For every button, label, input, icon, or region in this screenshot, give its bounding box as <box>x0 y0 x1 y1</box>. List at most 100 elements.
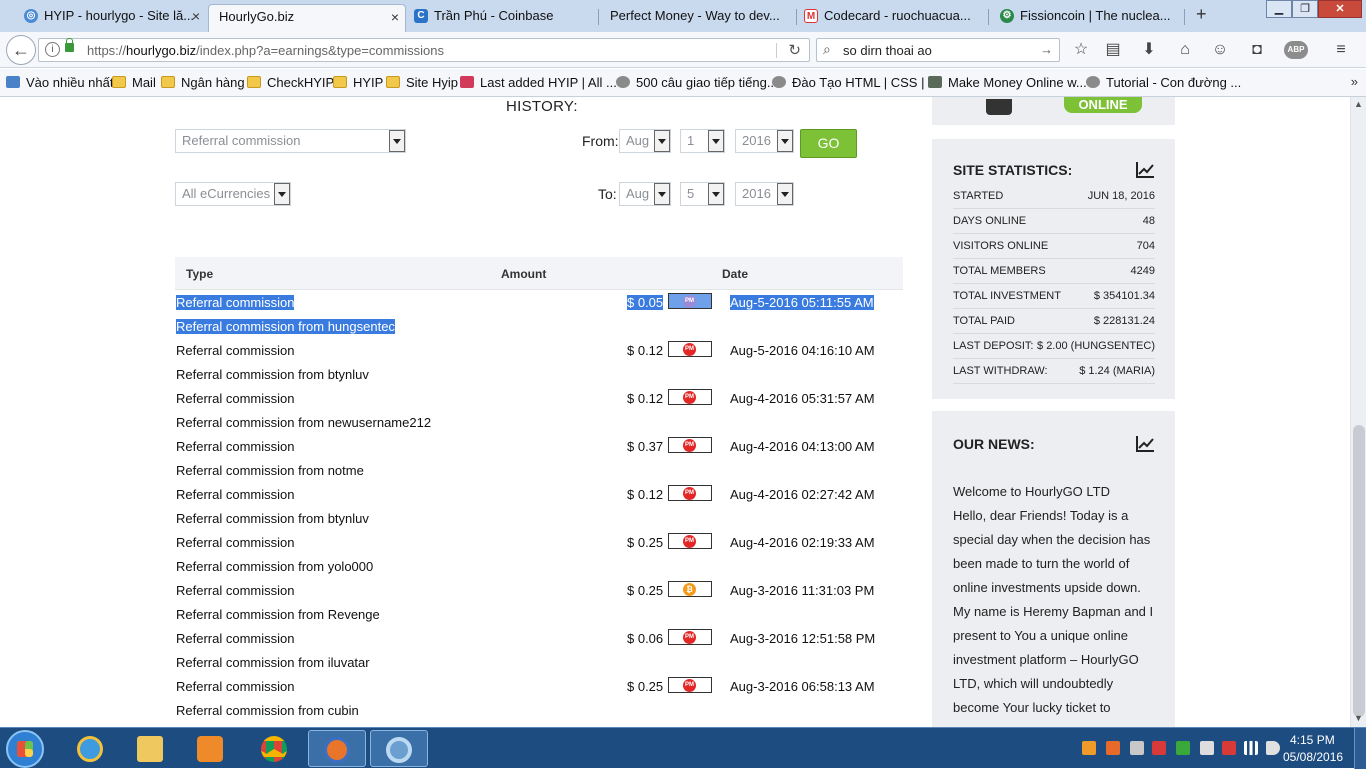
table-row: Referral commission $ 0.25 PM Aug-4-2016 02… <box>175 533 903 553</box>
bookmark-site-hyip[interactable]: Site Hyip <box>386 75 458 90</box>
bookmark-checkhyip[interactable]: CheckHYIP <box>247 75 334 90</box>
adblock-plus-icon[interactable]: ABP <box>1284 41 1308 59</box>
signal-strength-icon[interactable] <box>1244 741 1258 755</box>
bookmark-hyip[interactable]: HYIP <box>333 75 383 90</box>
stat-row: TOTAL MEMBERS 4249 <box>953 259 1155 284</box>
volume-icon[interactable] <box>1266 741 1280 755</box>
clock-time[interactable]: 4:15 PM <box>1290 733 1335 747</box>
news-line: Welcome to HourlyGO LTD <box>953 484 1111 499</box>
navigation-toolbar: ← i https://hourlygo.biz/index.php?a=ear… <box>0 32 1366 68</box>
row-type: Referral commission <box>176 631 295 646</box>
tray-generic-icon[interactable] <box>1130 741 1144 755</box>
select-value: 2016 <box>742 133 771 148</box>
new-tab-button[interactable]: + <box>1196 4 1207 25</box>
bookmark-ngan-hang[interactable]: Ngân hàng <box>161 75 245 90</box>
bookmark-last-added-hyip[interactable]: Last added HYIP | All ... <box>460 75 617 90</box>
from-year-select[interactable]: 2016 <box>735 129 794 153</box>
bookmark-label: Vào nhiều nhất <box>26 75 114 90</box>
tab-perfect-money[interactable]: Perfect Money - Way to dev... <box>600 4 796 32</box>
go-button[interactable]: GO <box>800 129 857 158</box>
line-chart-icon <box>1136 436 1154 452</box>
taskbar-file-explorer[interactable] <box>122 730 180 767</box>
from-label: From: <box>582 133 619 149</box>
globe-icon <box>616 76 630 88</box>
column-header-type: Type <box>186 267 214 281</box>
taskbar-app-circle[interactable] <box>370 730 428 767</box>
bookmark-label: Ngân hàng <box>181 75 245 90</box>
pocket-icon[interactable]: ◘ <box>1246 40 1268 62</box>
scroll-up-arrow-icon[interactable]: ▲ <box>1354 99 1363 109</box>
tab-coinbase[interactable]: C Trần Phú - Coinbase <box>408 4 598 32</box>
maximize-button[interactable]: ❐ <box>1292 0 1318 18</box>
start-button[interactable] <box>6 730 44 768</box>
taskbar-chrome[interactable] <box>246 730 304 767</box>
select-value: 2016 <box>742 186 771 201</box>
stat-value: 48 <box>1142 215 1155 227</box>
bookmark-tutorial[interactable]: Tutorial - Con đường ... <box>1086 75 1241 90</box>
url-text: https://hourlygo.biz/index.php?a=earning… <box>87 43 445 58</box>
tray-app-icon[interactable] <box>1082 741 1096 755</box>
row-type: Referral commission <box>176 391 295 406</box>
to-year-select[interactable]: 2016 <box>735 182 794 206</box>
stat-value: $ 2.00 (HUNGSENTEC) <box>1037 340 1155 352</box>
type-select[interactable]: Referral commission <box>175 129 406 153</box>
minimize-button[interactable]: ▁ <box>1266 0 1292 18</box>
bookmark-make-money[interactable]: Make Money Online w... <box>928 75 1087 90</box>
home-icon[interactable]: ⌂ <box>1174 40 1196 62</box>
tray-network-app-icon[interactable] <box>1176 741 1190 755</box>
bookmark-most-visited[interactable]: Vào nhiều nhất <box>6 75 113 90</box>
bookmarks-overflow-button[interactable]: » <box>1351 74 1358 89</box>
address-bar[interactable]: i https://hourlygo.biz/index.php?a=earni… <box>38 38 810 62</box>
window-close-button[interactable]: ✕ <box>1318 0 1362 18</box>
bookmark-dao-tao-html[interactable]: Đào Tạo HTML | CSS | ... <box>772 75 939 90</box>
show-desktop-button[interactable] <box>1354 728 1366 769</box>
smiley-icon[interactable]: ☺ <box>1209 40 1231 62</box>
to-month-select[interactable]: Aug <box>619 182 671 206</box>
line-chart-icon <box>1136 162 1154 178</box>
stat-row: LAST DEPOSIT: $ 2.00 (HUNGSENTEC) <box>953 334 1155 359</box>
search-go-arrow-icon[interactable]: → <box>1040 42 1053 57</box>
row-date: Aug-4-2016 04:13:00 AM <box>730 439 875 454</box>
downloads-icon[interactable]: ⬇ <box>1138 40 1160 62</box>
online-badge: ONLINE <box>1064 97 1142 113</box>
bookmark-star-icon[interactable]: ☆ <box>1070 40 1092 62</box>
to-day-select[interactable]: 5 <box>680 182 725 206</box>
close-icon[interactable]: × <box>192 4 200 28</box>
stat-value: 704 <box>1136 240 1155 252</box>
tab-hyip-hourlygo[interactable]: ◎ HYIP - hourlygo - Site lă... × <box>18 4 206 32</box>
clock-date[interactable]: 05/08/2016 <box>1283 750 1343 764</box>
row-amount: $ 0.12 <box>627 391 664 406</box>
site-info-icon[interactable]: i <box>45 42 60 57</box>
currency-select[interactable]: All eCurrencies <box>175 182 291 206</box>
site-statistics-panel: SITE STATISTICS: STARTED JUN 18, 2016 DAYS… <box>932 139 1175 399</box>
hamburger-menu-icon[interactable]: ≡ <box>1330 40 1352 62</box>
news-line: My name is Heremy Bapman and I <box>953 604 1154 619</box>
reload-icon[interactable]: ↻ <box>788 41 801 59</box>
tray-monitor-icon[interactable] <box>1200 741 1214 755</box>
search-box[interactable]: ⌕ so dirn thoai ao → <box>816 38 1060 62</box>
tray-audio-app-icon[interactable] <box>1106 741 1120 755</box>
chevron-down-icon <box>777 183 793 205</box>
bookmark-500-cau[interactable]: 500 câu giao tiếp tiếng... <box>616 75 778 90</box>
scrollbar-thumb[interactable] <box>1353 425 1365 717</box>
tab-hourlygo[interactable]: HourlyGo.biz × <box>208 4 406 32</box>
tray-security-icon[interactable] <box>1222 741 1236 755</box>
taskbar-internet-explorer[interactable] <box>62 730 120 767</box>
taskbar-media-player[interactable] <box>182 730 240 767</box>
page-scrollbar[interactable]: ▲ ▼ <box>1350 97 1366 727</box>
bookmark-label: Site Hyip <box>406 75 459 90</box>
taskbar-firefox[interactable] <box>308 730 366 767</box>
tray-shield-icon[interactable] <box>1152 741 1166 755</box>
perfect-money-icon: PM <box>683 439 696 452</box>
tab-fissioncoin[interactable]: ⚙ Fissioncoin | The nuclea... <box>994 4 1184 32</box>
from-month-select[interactable]: Aug <box>619 129 671 153</box>
tab-codecard[interactable]: M Codecard - ruochuacua... <box>798 4 988 32</box>
back-button[interactable]: ← <box>6 35 36 65</box>
row-amount: $ 0.25 <box>627 583 664 598</box>
close-icon[interactable]: × <box>391 5 399 29</box>
bookmarks-menu-icon[interactable]: ▤ <box>1102 40 1124 62</box>
row-currency-badge: PM <box>668 389 712 405</box>
bookmark-mail[interactable]: Mail <box>112 75 156 90</box>
from-day-select[interactable]: 1 <box>680 129 725 153</box>
scroll-down-arrow-icon[interactable]: ▼ <box>1354 713 1363 723</box>
